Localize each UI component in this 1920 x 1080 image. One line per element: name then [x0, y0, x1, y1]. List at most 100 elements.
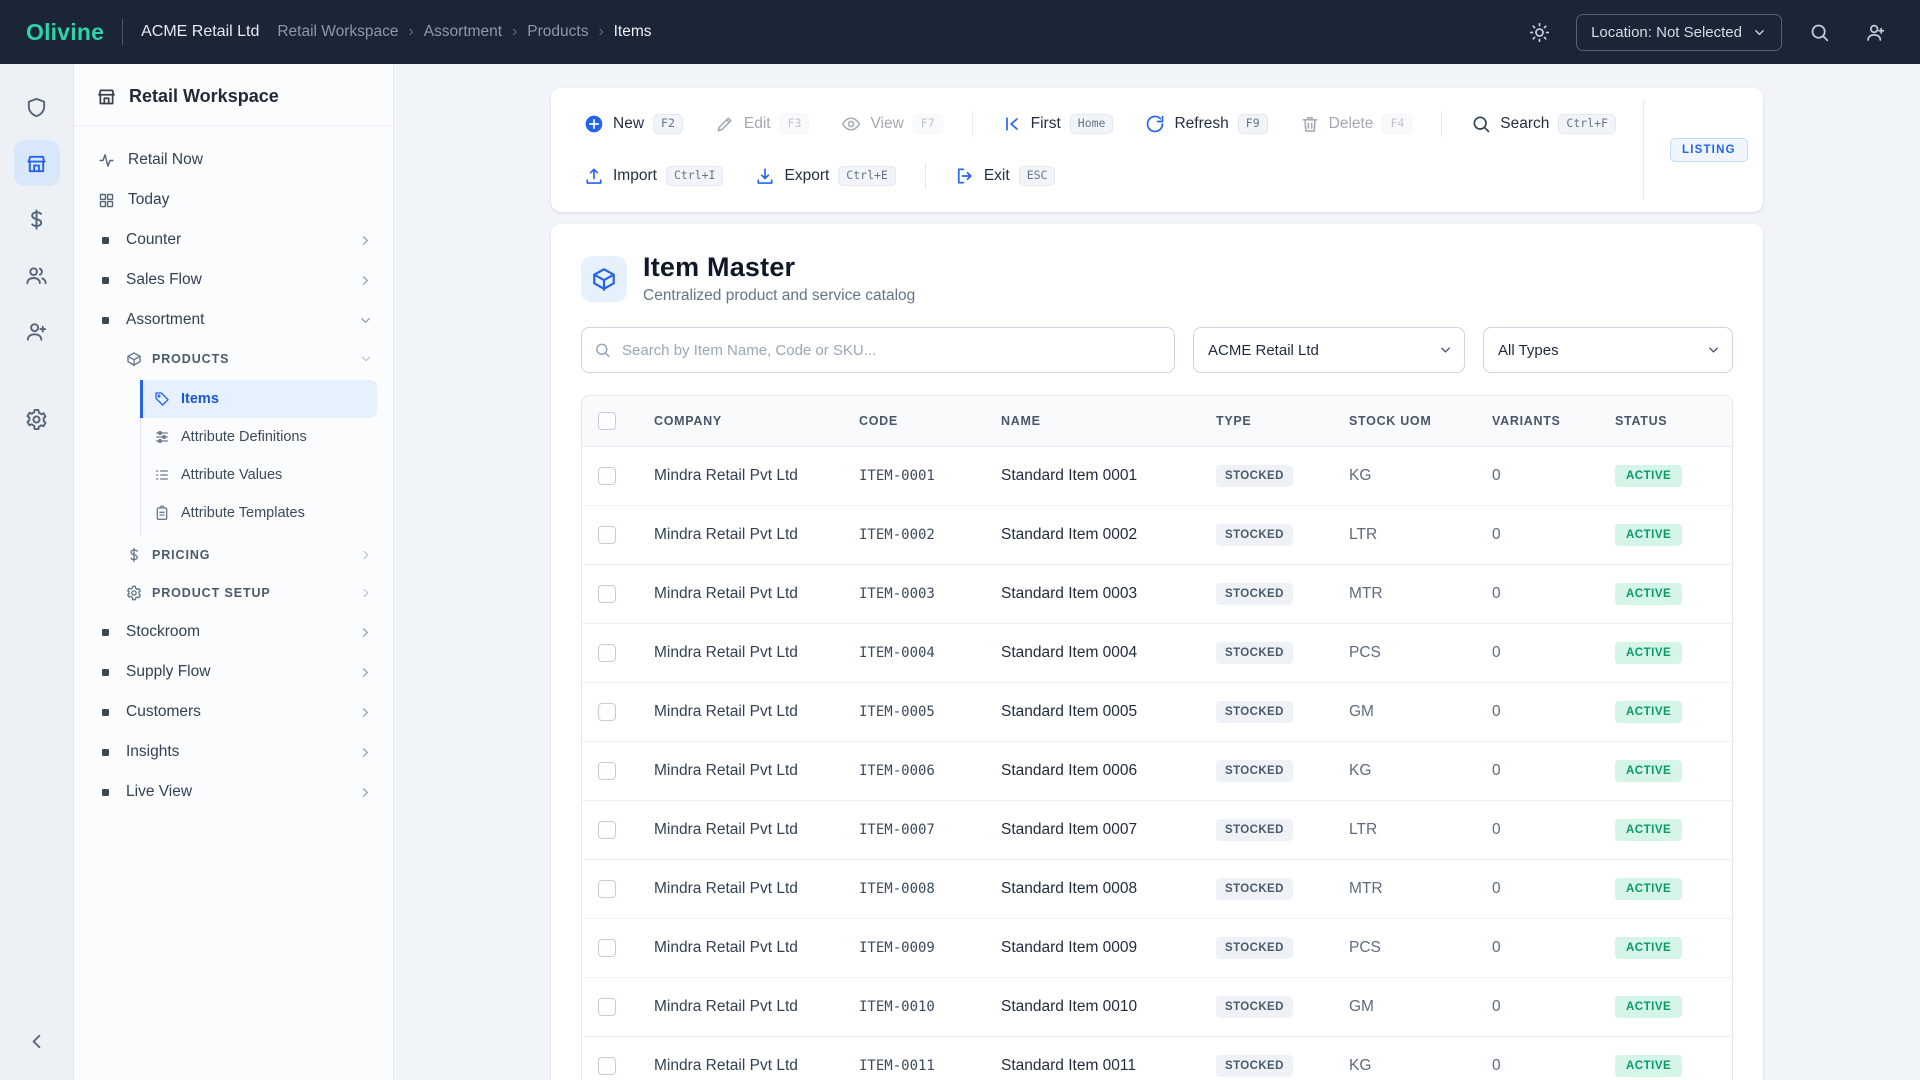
button-label: First — [1030, 115, 1061, 132]
refresh-button[interactable]: Refresh F9 — [1132, 105, 1280, 143]
row-checkbox[interactable] — [598, 879, 616, 898]
page-title: Item Master — [643, 252, 796, 282]
column-header-company[interactable]: COMPANY — [638, 396, 843, 447]
item-search-input[interactable] — [581, 327, 1175, 373]
shortcut-chip: F4 — [1382, 114, 1413, 134]
sidebar-section-product-setup[interactable]: PRODUCT SETUP — [88, 574, 383, 612]
table-row[interactable]: Mindra Retail Pvt Ltd ITEM-0011 Standard… — [582, 1036, 1732, 1080]
table-row[interactable]: Mindra Retail Pvt Ltd ITEM-0008 Standard… — [582, 859, 1732, 919]
sidebar-item-supply-flow[interactable]: Supply Flow — [88, 652, 383, 692]
breadcrumb-item[interactable]: Products — [512, 23, 588, 41]
table-row[interactable]: Mindra Retail Pvt Ltd ITEM-0006 Standard… — [582, 741, 1732, 801]
sidebar-section-products[interactable]: PRODUCTS — [88, 340, 383, 378]
rail-item-retail[interactable] — [13, 140, 60, 186]
sidebar-item-insights[interactable]: Insights — [88, 732, 383, 772]
cell-name: Standard Item 0006 — [985, 741, 1200, 801]
pencil-icon — [717, 117, 732, 132]
cell-variants: 0 — [1476, 446, 1599, 506]
rail-item-settings[interactable] — [14, 396, 60, 442]
breadcrumb-item[interactable]: Assortment — [409, 23, 502, 41]
sidebar-item-stockroom[interactable]: Stockroom — [88, 612, 383, 652]
button-label: Export — [784, 167, 830, 184]
cell-code: ITEM-0009 — [843, 918, 985, 978]
table-row[interactable]: Mindra Retail Pvt Ltd ITEM-0004 Standard… — [582, 623, 1732, 683]
shortcut-chip: Home — [1069, 114, 1114, 134]
user-plus-icon — [26, 322, 47, 341]
sidebar-item-attribute-definitions[interactable]: Attribute Definitions — [141, 418, 377, 456]
table-row[interactable]: Mindra Retail Pvt Ltd ITEM-0005 Standard… — [582, 682, 1732, 742]
column-header-type[interactable]: TYPE — [1200, 396, 1333, 447]
first-button[interactable]: First Home — [989, 105, 1127, 143]
company-filter-select[interactable]: ACME Retail Ltd — [1193, 327, 1465, 373]
sidebar-item-label: Stockroom — [126, 623, 201, 640]
sidebar-item-retail-now[interactable]: Retail Now — [88, 140, 383, 180]
cell-code: ITEM-0005 — [843, 682, 985, 742]
sidebar-item-today[interactable]: Today — [88, 180, 383, 220]
bullet-icon — [102, 788, 109, 796]
import-button[interactable]: Import Ctrl+I — [571, 157, 736, 195]
toolbar-separator — [971, 111, 973, 137]
edit-button[interactable]: Edit F3 — [702, 105, 823, 143]
row-checkbox[interactable] — [598, 643, 616, 662]
delete-button[interactable]: Delete F4 — [1287, 105, 1426, 143]
cell-company: Mindra Retail Pvt Ltd — [638, 859, 843, 919]
bullet-icon — [102, 748, 109, 756]
type-badge: STOCKED — [1216, 465, 1293, 487]
row-checkbox[interactable] — [598, 761, 616, 780]
sidebar-item-customers[interactable]: Customers — [88, 692, 383, 732]
trash-icon — [1302, 116, 1318, 132]
sidebar-item-attribute-values[interactable]: Attribute Values — [141, 456, 377, 494]
app-logo[interactable]: Olivine — [26, 19, 104, 46]
exit-button[interactable]: Exit ESC — [942, 157, 1069, 195]
type-badge: STOCKED — [1216, 1055, 1293, 1077]
table-row[interactable]: Mindra Retail Pvt Ltd ITEM-0007 Standard… — [582, 800, 1732, 860]
global-search-button[interactable] — [1800, 13, 1838, 51]
sidebar-collapse-button[interactable] — [14, 1018, 60, 1064]
sidebar-item-attribute-templates[interactable]: Attribute Templates — [141, 494, 377, 532]
row-checkbox[interactable] — [598, 1056, 616, 1075]
user-menu-button[interactable] — [1856, 13, 1894, 51]
bullet-icon — [102, 668, 109, 676]
row-checkbox[interactable] — [598, 820, 616, 839]
location-selector[interactable]: Location: Not Selected — [1576, 13, 1782, 51]
sidebar-section-pricing[interactable]: PRICING — [88, 536, 383, 574]
row-checkbox[interactable] — [598, 938, 616, 957]
new-button[interactable]: New F2 — [571, 105, 696, 143]
chevron-right-icon — [363, 235, 368, 245]
status-badge: ACTIVE — [1615, 1055, 1683, 1077]
sidebar-item-counter[interactable]: Counter — [88, 220, 383, 260]
row-checkbox[interactable] — [598, 997, 616, 1016]
table-row[interactable]: Mindra Retail Pvt Ltd ITEM-0010 Standard… — [582, 977, 1732, 1037]
cell-uom: PCS — [1333, 918, 1476, 978]
theme-toggle-button[interactable] — [1520, 13, 1558, 51]
sidebar-item-assortment[interactable]: Assortment — [88, 300, 383, 340]
row-checkbox[interactable] — [598, 466, 616, 485]
view-button[interactable]: View F7 — [828, 105, 955, 143]
row-checkbox[interactable] — [598, 584, 616, 603]
rail-item-finance[interactable] — [14, 196, 60, 242]
sidebar-item-label: Attribute Values — [181, 467, 283, 483]
rail-item-staff[interactable] — [14, 308, 60, 354]
breadcrumb-item[interactable]: Retail Workspace — [277, 23, 398, 41]
table-row[interactable]: Mindra Retail Pvt Ltd ITEM-0001 Standard… — [582, 446, 1732, 506]
type-filter-select[interactable]: All Types — [1483, 327, 1733, 373]
rail-item-security[interactable] — [14, 84, 60, 130]
rail-item-customers[interactable] — [14, 252, 60, 298]
table-row[interactable]: Mindra Retail Pvt Ltd ITEM-0009 Standard… — [582, 918, 1732, 978]
column-header-name[interactable]: NAME — [985, 396, 1200, 447]
table-row[interactable]: Mindra Retail Pvt Ltd ITEM-0003 Standard… — [582, 564, 1732, 624]
column-header-stock-uom[interactable]: STOCK UOM — [1333, 396, 1476, 447]
column-header-variants[interactable]: VARIANTS — [1476, 396, 1599, 447]
sidebar-item-sales-flow[interactable]: Sales Flow — [88, 260, 383, 300]
search-button[interactable]: Search Ctrl+F — [1458, 105, 1629, 143]
select-all-checkbox[interactable] — [598, 412, 616, 430]
export-button[interactable]: Export Ctrl+E — [742, 157, 908, 195]
column-header-status[interactable]: STATUS — [1599, 396, 1732, 447]
row-checkbox[interactable] — [598, 702, 616, 721]
table-row[interactable]: Mindra Retail Pvt Ltd ITEM-0002 Standard… — [582, 505, 1732, 565]
column-header-code[interactable]: CODE — [843, 396, 985, 447]
shortcut-chip: F7 — [912, 114, 943, 134]
sidebar-item-live-view[interactable]: Live View — [88, 772, 383, 812]
sidebar-item-items[interactable]: Items — [140, 380, 377, 418]
row-checkbox[interactable] — [598, 525, 616, 544]
